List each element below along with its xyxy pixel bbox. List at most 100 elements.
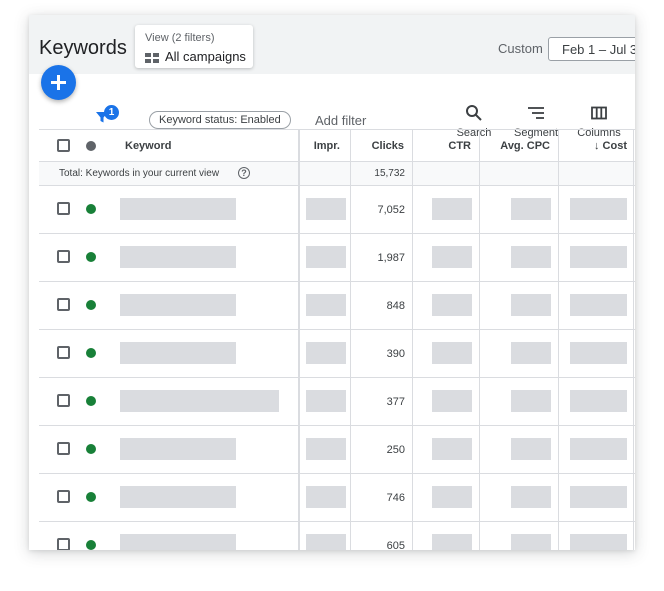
column-divider [350,129,351,550]
row-checkbox[interactable] [57,298,70,311]
add-filter-button[interactable]: Add filter [315,113,366,128]
cost-placeholder [570,198,627,220]
status-column-dot [86,141,96,151]
clicks-value: 1,987 [377,252,405,264]
column-divider [633,129,634,550]
impr-placeholder [306,294,346,316]
column-divider [479,129,480,550]
column-header-impr[interactable]: Impr. [298,130,348,161]
table-header-row: Keyword Impr. Clicks CTR Avg. CPC ↓ Cost [39,129,635,162]
help-icon[interactable]: ? [238,167,250,179]
grid-icon [145,53,159,63]
column-header-clicks[interactable]: Clicks [350,130,412,161]
total-row: Total: Keywords in your current view ? 1… [39,162,635,186]
clicks-value: 7,052 [377,204,405,216]
total-clicks: 15,732 [374,168,405,179]
column-header-keyword[interactable]: Keyword [125,130,295,161]
column-header-cost-label: Cost [602,140,627,152]
status-enabled-dot [86,252,96,262]
impr-placeholder [306,246,346,268]
ctr-placeholder [432,534,472,550]
column-header-ctr[interactable]: CTR [413,130,479,161]
clicks-value: 605 [386,540,405,550]
table-row[interactable]: 377 [39,378,635,426]
ctr-placeholder [432,198,472,220]
ctr-placeholder [432,246,472,268]
keyword-placeholder [120,534,236,550]
page-title: Keywords [39,37,127,59]
page-header: Keywords View (2 filters) All campaigns … [29,15,635,74]
cost-placeholder [570,246,627,268]
row-checkbox[interactable] [57,442,70,455]
ctr-placeholder [432,294,472,316]
ctr-placeholder [432,486,472,508]
keyword-placeholder [120,198,236,220]
view-filter-count: View (2 filters) [145,32,215,44]
avg-cpc-placeholder [511,198,551,220]
keyword-status-filter-chip[interactable]: Keyword status: Enabled [149,111,291,129]
row-checkbox[interactable] [57,202,70,215]
filter-button[interactable]: 1 [95,105,119,129]
view-name: All campaigns [165,49,246,64]
keywords-window: Keywords View (2 filters) All campaigns … [29,15,635,550]
add-button[interactable] [41,65,76,100]
ctr-placeholder [432,342,472,364]
ctr-placeholder [432,438,472,460]
table-row[interactable]: 390 [39,330,635,378]
total-label: Total: Keywords in your current view [59,168,220,179]
cost-placeholder [570,390,627,412]
cost-placeholder [570,342,627,364]
column-divider [558,129,559,550]
date-range-button[interactable]: Feb 1 – Jul 31 [548,37,635,61]
table-row[interactable]: 250 [39,426,635,474]
arrow-down-icon: ↓ [594,140,600,152]
columns-icon [591,106,607,120]
table-row[interactable]: 605 [39,522,635,550]
impr-placeholder [306,198,346,220]
cost-placeholder [570,294,627,316]
avg-cpc-placeholder [511,246,551,268]
table-row[interactable]: 746 [39,474,635,522]
status-enabled-dot [86,396,96,406]
impr-placeholder [306,438,346,460]
row-checkbox[interactable] [57,490,70,503]
clicks-value: 250 [386,444,405,456]
avg-cpc-placeholder [511,534,551,550]
column-divider [412,129,413,550]
keyword-placeholder [120,246,236,268]
segment-icon [528,107,544,119]
select-all-checkbox[interactable] [57,139,70,152]
clicks-value: 377 [386,396,405,408]
view-selector[interactable]: View (2 filters) All campaigns [135,25,253,68]
status-enabled-dot [86,204,96,214]
date-range-type: Custom [498,41,543,56]
avg-cpc-placeholder [511,294,551,316]
cost-placeholder [570,438,627,460]
ctr-placeholder [432,390,472,412]
table-row[interactable]: 848 [39,282,635,330]
clicks-value: 390 [386,348,405,360]
table-row[interactable]: 1,987 [39,234,635,282]
avg-cpc-placeholder [511,342,551,364]
impr-placeholder [306,342,346,364]
avg-cpc-placeholder [511,390,551,412]
cost-placeholder [570,534,627,550]
impr-placeholder [306,534,346,550]
column-header-avg-cpc[interactable]: Avg. CPC [480,130,558,161]
impr-placeholder [306,390,346,412]
keyword-placeholder [120,438,236,460]
row-checkbox[interactable] [57,538,70,550]
status-enabled-dot [86,444,96,454]
row-checkbox[interactable] [57,394,70,407]
cost-placeholder [570,486,627,508]
clicks-value: 746 [386,492,405,504]
status-enabled-dot [86,540,96,550]
avg-cpc-placeholder [511,438,551,460]
keyword-placeholder [120,486,236,508]
row-checkbox[interactable] [57,346,70,359]
row-checkbox[interactable] [57,250,70,263]
column-header-cost[interactable]: ↓ Cost [559,130,635,161]
impr-placeholder [306,486,346,508]
status-enabled-dot [86,300,96,310]
table-row[interactable]: 7,052 [39,186,635,234]
